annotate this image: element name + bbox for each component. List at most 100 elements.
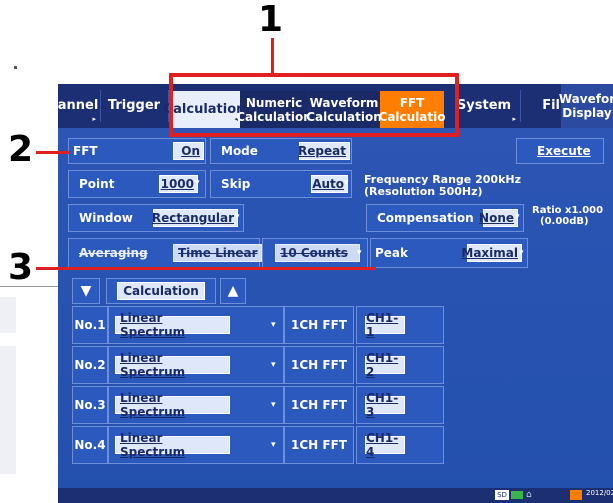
sd-card-icon: SD: [495, 490, 509, 500]
frequency-range-info: Frequency Range 200kHz (Resolution 500Hz…: [364, 174, 521, 198]
averaging-value[interactable]: Time Linear: [173, 244, 262, 262]
callout-number-3: 3: [8, 247, 34, 288]
dropdown-arrow-icon: ▾: [344, 178, 349, 188]
dropdown-arrow-icon: ▾: [515, 212, 520, 222]
tab-label: Fil: [542, 98, 560, 113]
date-text: 2012/02: [586, 489, 613, 497]
fft-value[interactable]: On: [173, 142, 204, 160]
ratio-text: Ratio x1.000: [532, 205, 604, 216]
fft-label: FFT: [73, 144, 98, 158]
page-dot: [14, 66, 17, 69]
analysis-cell: Linear Spectrum ▾: [108, 386, 284, 424]
callout-line-3: [36, 267, 376, 270]
channel-value[interactable]: CH1-3: [365, 391, 405, 419]
submenu-arrow-icon: ▸: [512, 115, 516, 123]
point-label: Point: [79, 177, 115, 191]
ratio-db-text: (0.00dB): [540, 216, 589, 227]
analysis-cell: Linear Spectrum ▾: [108, 426, 284, 464]
triangle-down-icon: ▼: [80, 283, 92, 299]
skip-setting: Skip Auto ▾: [210, 170, 352, 198]
analysis-mode-value[interactable]: Linear Spectrum: [115, 431, 230, 459]
tab-channel[interactable]: annel ▸: [58, 84, 98, 128]
dropdown-arrow-icon: ▾: [271, 360, 276, 370]
dropdown-arrow-icon: ▾: [235, 212, 240, 222]
status-bar: SD ⌂ 2012/02: [58, 488, 613, 503]
channel-value[interactable]: CH1-1: [365, 311, 405, 339]
callout-number-2: 2: [8, 129, 34, 170]
compensation-setting: Compensation None ▾: [366, 204, 524, 232]
callout-line-1: [271, 38, 274, 74]
network-icon: ⌂: [526, 490, 532, 500]
scroll-down-button[interactable]: ▼: [72, 278, 100, 304]
dropdown-arrow-icon: ▾: [519, 248, 524, 258]
tab-label: Trigger: [107, 98, 161, 113]
row-number: No.1: [72, 306, 108, 344]
dropdown-arrow-icon: ▾: [271, 400, 276, 410]
dropdown-arrow-icon: ▾: [195, 178, 200, 188]
averaging-setting: Averaging Time Linear: [68, 238, 262, 268]
window-label: Window: [79, 211, 133, 225]
window-setting: Window Rectangular ▾: [68, 204, 244, 232]
tab-label-line2: Display: [562, 106, 612, 120]
tab-label: annel: [58, 98, 99, 113]
averaging-count-setting: 10 Counts ▾: [262, 238, 368, 268]
submenu-arrow-icon: ▸: [92, 115, 96, 123]
dropdown-arrow-icon: ▾: [271, 440, 276, 450]
tab-trigger[interactable]: Trigger: [102, 84, 166, 128]
analysis-mode-value[interactable]: Linear Spectrum: [115, 351, 230, 379]
callout-line-2: [36, 151, 70, 154]
fft-setting: FFT On: [68, 138, 206, 164]
channel-cell: CH1-2: [356, 346, 444, 384]
fft-mode: 1CH FFT: [284, 386, 354, 424]
page-margin-box: [0, 297, 16, 333]
calculation-header: Calculation: [106, 278, 216, 304]
fft-mode: 1CH FFT: [284, 306, 354, 344]
fft-mode: 1CH FFT: [284, 346, 354, 384]
mode-label: Mode: [221, 144, 258, 158]
execute-label: Execute: [537, 144, 591, 158]
tab-waveform-display[interactable]: Wavefor Display: [558, 84, 613, 128]
compensation-label: Compensation: [377, 211, 474, 225]
execute-button[interactable]: Execute: [516, 138, 604, 164]
peak-label: Peak: [375, 246, 409, 260]
peak-setting: Peak Maximal ▾: [370, 238, 528, 268]
channel-cell: CH1-1: [356, 306, 444, 344]
device-screen: annel ▸ Trigger Calculation ◂ Numeric Cal…: [58, 84, 613, 503]
tab-label: System: [456, 98, 512, 113]
tab-system[interactable]: System ▸: [450, 84, 518, 128]
tab-file[interactable]: Fil: [522, 84, 560, 128]
skip-value[interactable]: Auto: [311, 175, 348, 193]
averaging-label: Averaging: [79, 246, 148, 260]
channel-value[interactable]: CH1-4: [365, 431, 405, 459]
mode-value[interactable]: Repeat: [298, 142, 350, 160]
window-value[interactable]: Rectangular: [152, 209, 238, 227]
compensation-value[interactable]: None: [479, 209, 518, 227]
analysis-cell: Linear Spectrum ▾: [108, 346, 284, 384]
tab-label-line1: Wavefor: [558, 92, 613, 106]
highlight-box: [169, 73, 459, 137]
row-number: No.2: [72, 346, 108, 384]
calculation-header-label: Calculation: [117, 282, 205, 300]
scroll-up-button[interactable]: ▲: [220, 278, 246, 304]
skip-label: Skip: [221, 177, 251, 191]
analysis-cell: Linear Spectrum ▾: [108, 306, 284, 344]
analysis-mode-value[interactable]: Linear Spectrum: [115, 391, 230, 419]
mode-setting: Mode Repeat: [210, 138, 352, 164]
dropdown-arrow-icon: ▾: [357, 248, 362, 258]
point-value[interactable]: 1000: [159, 175, 198, 193]
row-number: No.3: [72, 386, 108, 424]
fft-mode: 1CH FFT: [284, 426, 354, 464]
point-setting: Point 1000 ▾: [68, 170, 206, 198]
triangle-up-icon: ▲: [227, 283, 239, 299]
memory-indicator-icon: [511, 491, 523, 499]
resolution-text: (Resolution 500Hz): [364, 185, 483, 198]
averaging-count-value[interactable]: 10 Counts: [275, 244, 360, 262]
ratio-info: Ratio x1.000 (0.00dB): [532, 205, 603, 227]
channel-cell: CH1-4: [356, 426, 444, 464]
peak-value[interactable]: Maximal: [461, 244, 522, 262]
callout-number-1: 1: [258, 0, 284, 40]
row-number: No.4: [72, 426, 108, 464]
channel-value[interactable]: CH1-2: [365, 351, 405, 379]
analysis-mode-value[interactable]: Linear Spectrum: [115, 311, 230, 339]
dropdown-arrow-icon: ▾: [271, 320, 276, 330]
